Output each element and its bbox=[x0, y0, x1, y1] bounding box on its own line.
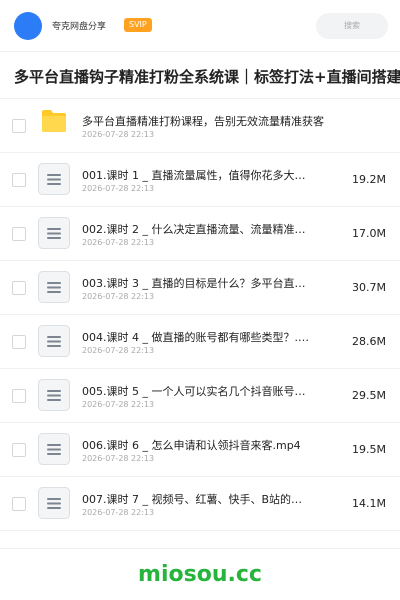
item-size: 28.6M bbox=[352, 335, 386, 348]
item-name: 007.课时 7 _ 视频号、红薯、快手、B站的实名与开播 bbox=[82, 493, 312, 506]
document-icon bbox=[38, 433, 70, 465]
item-name: 003.课时 3 _ 直播的目标是什么？多平台直播怎么做 bbox=[82, 277, 312, 290]
item-size: 14.1M bbox=[352, 497, 386, 510]
row-checkbox[interactable] bbox=[12, 281, 26, 295]
item-name: 多平台直播精准打粉课程，告别无效流量精准获客 bbox=[82, 115, 324, 128]
row-checkbox[interactable] bbox=[12, 443, 26, 457]
row-checkbox[interactable] bbox=[12, 119, 26, 133]
item-name: 006.课时 6 _ 怎么申请和认领抖音来客.mp4 bbox=[82, 439, 301, 452]
item-size: 19.2M bbox=[352, 173, 386, 186]
app-header: 夸克网盘分享 SVIP 搜索 bbox=[0, 0, 400, 52]
document-icon bbox=[38, 487, 70, 519]
file-row[interactable]: 004.课时 4 _ 做直播的账号都有哪些类型？.mp4 2026-07-28 2… bbox=[0, 315, 400, 369]
document-icon bbox=[38, 163, 70, 195]
item-date: 2026-07-28 22:13 bbox=[82, 292, 155, 301]
item-date: 2026-07-28 22:13 bbox=[82, 346, 155, 355]
item-date: 2026-07-28 22:13 bbox=[82, 184, 155, 193]
search-input[interactable]: 搜索 bbox=[316, 13, 388, 39]
divider bbox=[0, 548, 400, 549]
file-row[interactable]: 003.课时 3 _ 直播的目标是什么？多平台直播怎么做 2026-07-28 2… bbox=[0, 261, 400, 315]
file-row[interactable]: 005.课时 5 _ 一个人可以实名几个抖音账号、怎么操作 2026-07-28 … bbox=[0, 369, 400, 423]
item-date: 2026-07-28 22:13 bbox=[82, 508, 155, 517]
file-row[interactable]: 006.课时 6 _ 怎么申请和认领抖音来客.mp4 2026-07-28 22:… bbox=[0, 423, 400, 477]
file-list: 多平台直播精准打粉课程，告别无效流量精准获客 2026-07-28 22:13 00… bbox=[0, 99, 400, 531]
row-checkbox[interactable] bbox=[12, 497, 26, 511]
item-size: 19.5M bbox=[352, 443, 386, 456]
item-size: 29.5M bbox=[352, 389, 386, 402]
avatar[interactable] bbox=[14, 12, 42, 40]
watermark: miosou.cc bbox=[138, 562, 262, 587]
folder-row[interactable]: 多平台直播精准打粉课程，告别无效流量精准获客 2026-07-28 22:13 bbox=[0, 99, 400, 153]
item-name: 005.课时 5 _ 一个人可以实名几个抖音账号、怎么操作 bbox=[82, 385, 312, 398]
item-date: 2026-07-28 22:13 bbox=[82, 400, 155, 409]
document-icon bbox=[38, 271, 70, 303]
item-name: 001.课时 1 _ 直播流量属性，值得你花多大精力的一节课 bbox=[82, 169, 312, 182]
row-checkbox[interactable] bbox=[12, 335, 26, 349]
row-checkbox[interactable] bbox=[12, 227, 26, 241]
file-row[interactable]: 002.课时 2 _ 什么决定直播流量、流量精准度与转化 2026-07-28 2… bbox=[0, 207, 400, 261]
file-row[interactable]: 007.课时 7 _ 视频号、红薯、快手、B站的实名与开播 2026-07-28 … bbox=[0, 477, 400, 531]
item-size: 17.0M bbox=[352, 227, 386, 240]
document-icon bbox=[38, 325, 70, 357]
item-name: 002.课时 2 _ 什么决定直播流量、流量精准度与转化 bbox=[82, 223, 312, 236]
file-row[interactable]: 001.课时 1 _ 直播流量属性，值得你花多大精力的一节课 2026-07-28… bbox=[0, 153, 400, 207]
page-title: 多平台直播钩子精准打粉全系统课｜标签打法+直播间搭建+ bbox=[14, 68, 400, 86]
item-date: 2026-07-28 22:13 bbox=[82, 130, 155, 139]
row-checkbox[interactable] bbox=[12, 389, 26, 403]
brand-name: 夸克网盘分享 bbox=[52, 22, 107, 32]
svip-badge: SVIP bbox=[124, 18, 152, 32]
item-date: 2026-07-28 22:13 bbox=[82, 454, 155, 463]
document-icon bbox=[38, 217, 70, 249]
item-date: 2026-07-28 22:13 bbox=[82, 238, 155, 247]
row-checkbox[interactable] bbox=[12, 173, 26, 187]
item-name: 004.课时 4 _ 做直播的账号都有哪些类型？.mp4 bbox=[82, 331, 312, 344]
document-icon bbox=[38, 379, 70, 411]
item-size: 30.7M bbox=[352, 281, 386, 294]
folder-icon bbox=[42, 110, 66, 132]
